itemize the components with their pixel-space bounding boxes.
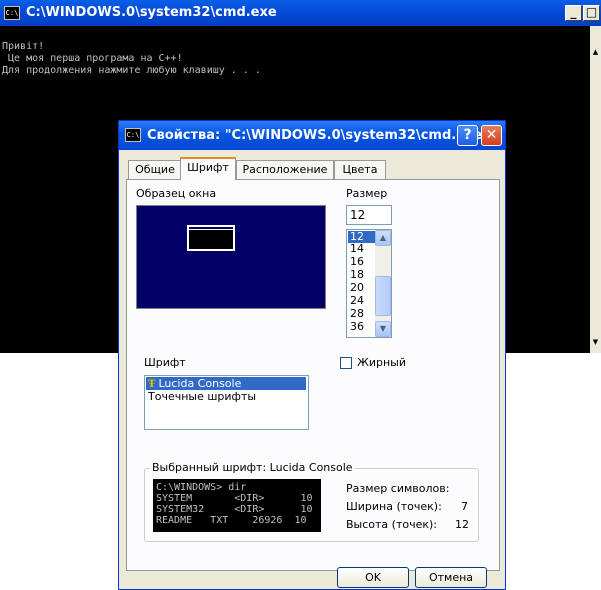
- size-list[interactable]: 12 14 16 18 20 24 28 36 ▲ ▼: [346, 229, 392, 338]
- chevron-up-icon[interactable]: ▲: [375, 230, 391, 246]
- font-option[interactable]: Точечные шрифты: [146, 390, 256, 403]
- sample-line: SYSTEM <DIR> 10: [156, 493, 313, 504]
- help-button[interactable]: ?: [457, 125, 478, 146]
- dialog-title: Свойства: "C:\WINDOWS.0\system32\cmd.exe…: [147, 128, 490, 143]
- size-input[interactable]: 12: [346, 205, 392, 225]
- height-value: 12: [455, 518, 469, 531]
- sample-line: SYSTEM32 <DIR> 10: [156, 504, 313, 515]
- size-label: Размер: [346, 187, 388, 200]
- console-app-icon[interactable]: C:\: [4, 6, 20, 20]
- scroll-thumb[interactable]: [375, 276, 391, 316]
- ok-button[interactable]: OK: [337, 567, 409, 588]
- console-scrollbar[interactable]: ▲ ▼: [590, 26, 601, 353]
- dialog-app-icon: C:\: [125, 128, 141, 142]
- font-option-label: Lucida Console: [158, 377, 242, 390]
- console-titlebar[interactable]: C:\ C:\WINDOWS.0\system32\cmd.exe _ □: [0, 0, 601, 26]
- preview-mini-window: [187, 225, 235, 251]
- scroll-down-icon[interactable]: ▼: [590, 336, 601, 348]
- font-list[interactable]: Ŧ Lucida Console Точечные шрифты: [144, 375, 309, 430]
- properties-dialog: C:\ Свойства: "C:\WINDOWS.0\system32\cmd…: [118, 120, 506, 590]
- tab-general[interactable]: Общие: [128, 160, 182, 179]
- preview-label: Образец окна: [136, 187, 217, 200]
- selected-font-legend: Выбранный шрифт: Lucida Console: [150, 461, 355, 474]
- tab-colors[interactable]: Цвета: [334, 160, 386, 179]
- bold-label[interactable]: Жирный: [357, 356, 406, 369]
- tab-font[interactable]: Шрифт: [180, 157, 236, 180]
- chevron-down-icon[interactable]: ▼: [375, 321, 391, 337]
- scroll-up-icon[interactable]: ▲: [590, 46, 601, 58]
- size-list-scrollbar[interactable]: ▲ ▼: [375, 230, 391, 337]
- font-sample: C:\WINDOWS> dir SYSTEM <DIR> 10 SYSTEM32…: [153, 479, 321, 532]
- minimize-button[interactable]: _: [565, 5, 582, 21]
- close-button[interactable]: ✕: [481, 125, 502, 146]
- sample-line: C:\WINDOWS> dir: [156, 482, 247, 493]
- console-line: Для продолжения нажмите любую клавишу . …: [2, 65, 261, 76]
- console-title: C:\WINDOWS.0\system32\cmd.exe: [26, 5, 277, 20]
- cancel-button[interactable]: Отмена: [415, 567, 487, 588]
- font-label: Шрифт: [144, 356, 186, 369]
- width-value: 7: [461, 500, 468, 513]
- maximize-button[interactable]: □: [583, 5, 600, 21]
- font-option[interactable]: Ŧ Lucida Console: [146, 377, 306, 390]
- bold-checkbox[interactable]: [340, 357, 352, 369]
- window-preview: [136, 205, 326, 309]
- dialog-titlebar[interactable]: C:\ Свойства: "C:\WINDOWS.0\system32\cmd…: [119, 121, 505, 150]
- console-line: Це моя перша програма на C++!: [2, 53, 183, 64]
- tab-layout[interactable]: Расположение: [236, 160, 334, 179]
- char-size-label: Размер символов:: [346, 482, 450, 495]
- console-line: Привіт!: [2, 41, 45, 52]
- width-label: Ширина (точек):: [346, 500, 442, 513]
- sample-line: README TXT 26926 10: [156, 515, 307, 526]
- height-label: Высота (точек):: [346, 518, 437, 531]
